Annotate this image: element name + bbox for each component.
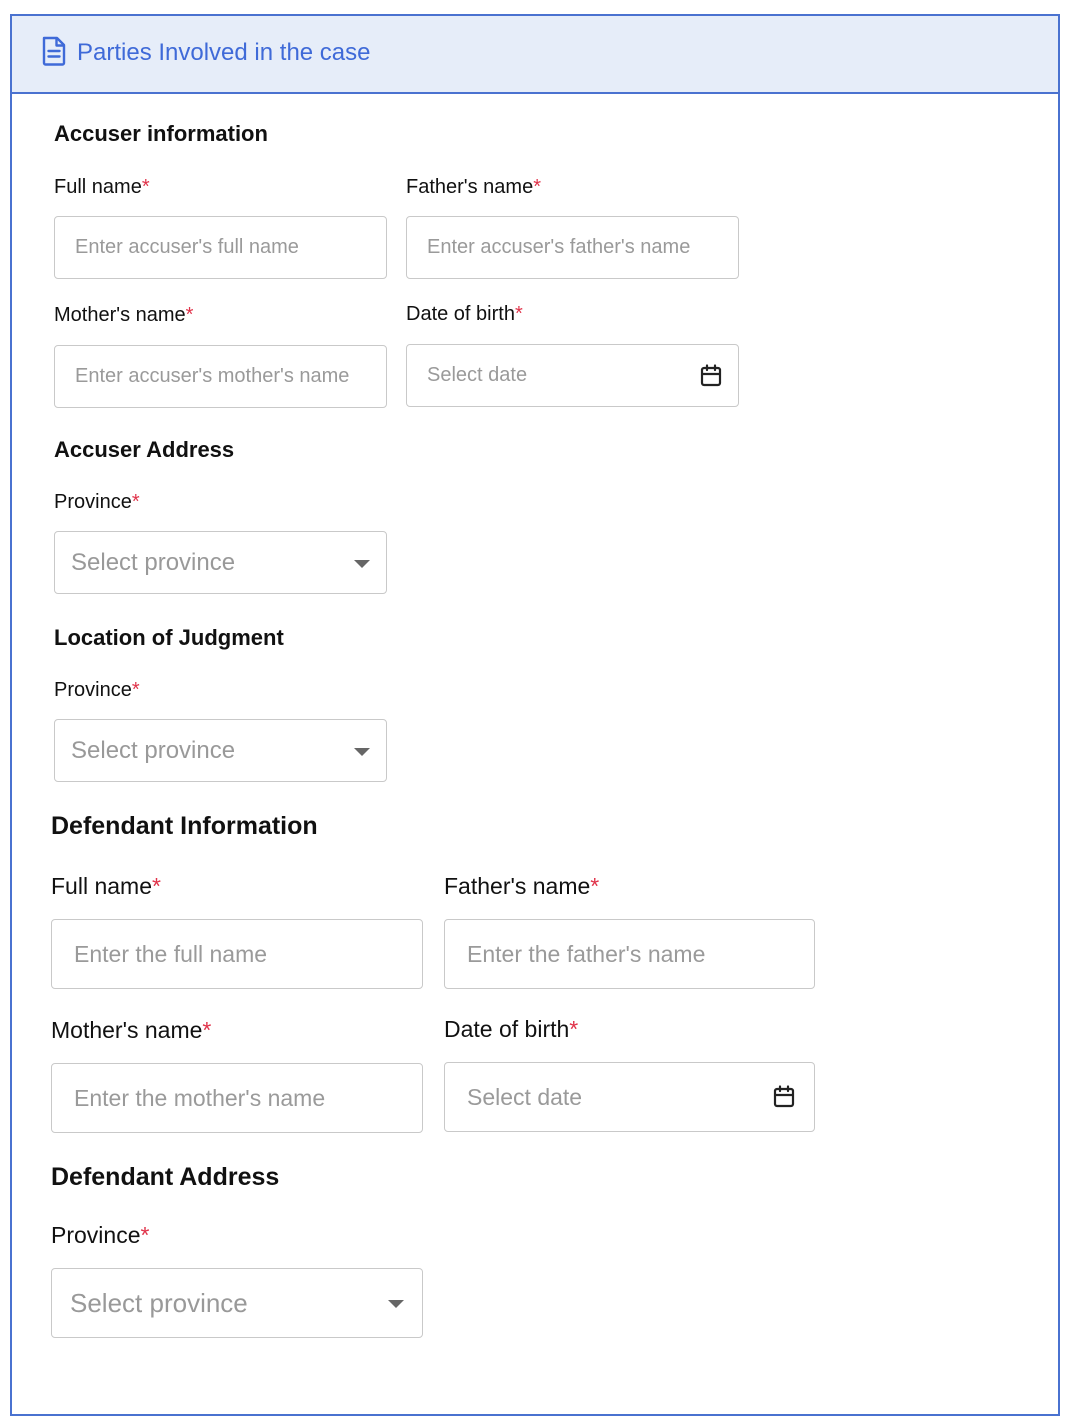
judgment-province-label: Province* xyxy=(54,679,140,701)
judgment-province-placeholder: Select province xyxy=(71,736,236,764)
defendant-mother-name-placeholder: Enter the mother's name xyxy=(74,1084,326,1111)
accuser-province-placeholder: Select province xyxy=(71,548,236,576)
defendant-mother-name-label: Mother's name* xyxy=(51,1017,212,1043)
judgment-province-select[interactable]: Select province xyxy=(54,719,387,782)
judgment-location-title: Location of Judgment xyxy=(54,625,284,650)
defendant-info-title: Defendant Information xyxy=(51,812,318,840)
accuser-info-title: Accuser information xyxy=(54,121,268,146)
accuser-full-name-label: Full name* xyxy=(54,176,150,198)
accuser-mother-name-label: Mother's name* xyxy=(54,304,194,326)
defendant-father-name-input[interactable]: Enter the father's name xyxy=(444,919,815,989)
defendant-province-select[interactable]: Select province xyxy=(51,1268,423,1338)
calendar-icon[interactable] xyxy=(773,1085,795,1109)
defendant-dob-label: Date of birth* xyxy=(444,1016,579,1042)
calendar-icon[interactable] xyxy=(700,363,722,388)
accuser-mother-name-input[interactable]: Enter accuser's mother's name xyxy=(54,345,387,408)
defendant-address-title: Defendant Address xyxy=(51,1163,280,1191)
panel-title: Parties Involved in the case xyxy=(77,39,371,66)
panel-header: Parties Involved in the case xyxy=(12,16,1058,94)
accuser-address-title: Accuser Address xyxy=(54,437,235,462)
accuser-dob-picker[interactable]: Select date xyxy=(406,344,739,407)
accuser-father-name-label: Father's name* xyxy=(406,176,542,198)
defendant-dob-picker[interactable]: Select date xyxy=(444,1062,815,1132)
defendant-father-name-placeholder: Enter the father's name xyxy=(467,940,706,967)
chevron-down-icon[interactable] xyxy=(388,1300,404,1308)
accuser-mother-name-placeholder: Enter accuser's mother's name xyxy=(75,365,350,387)
accuser-dob-label: Date of birth* xyxy=(406,303,523,325)
accuser-dob-placeholder: Select date xyxy=(427,364,528,386)
defendant-province-placeholder: Select province xyxy=(70,1287,248,1318)
accuser-province-select[interactable]: Select province xyxy=(54,531,387,594)
document-icon xyxy=(42,36,66,66)
accuser-full-name-placeholder: Enter accuser's full name xyxy=(75,236,299,258)
defendant-full-name-label: Full name* xyxy=(51,873,161,899)
defendant-full-name-placeholder: Enter the full name xyxy=(74,940,268,967)
defendant-mother-name-input[interactable]: Enter the mother's name xyxy=(51,1063,423,1133)
defendant-province-label: Province* xyxy=(51,1222,150,1248)
chevron-down-icon[interactable] xyxy=(354,747,370,756)
accuser-province-label: Province* xyxy=(54,491,140,513)
chevron-down-icon[interactable] xyxy=(354,559,370,568)
accuser-full-name-input[interactable]: Enter accuser's full name xyxy=(54,216,387,279)
defendant-father-name-label: Father's name* xyxy=(444,873,600,899)
accuser-father-name-input[interactable]: Enter accuser's father's name xyxy=(406,216,739,279)
defendant-dob-placeholder: Select date xyxy=(467,1083,583,1110)
accuser-father-name-placeholder: Enter accuser's father's name xyxy=(427,236,691,258)
defendant-full-name-input[interactable]: Enter the full name xyxy=(51,919,423,989)
